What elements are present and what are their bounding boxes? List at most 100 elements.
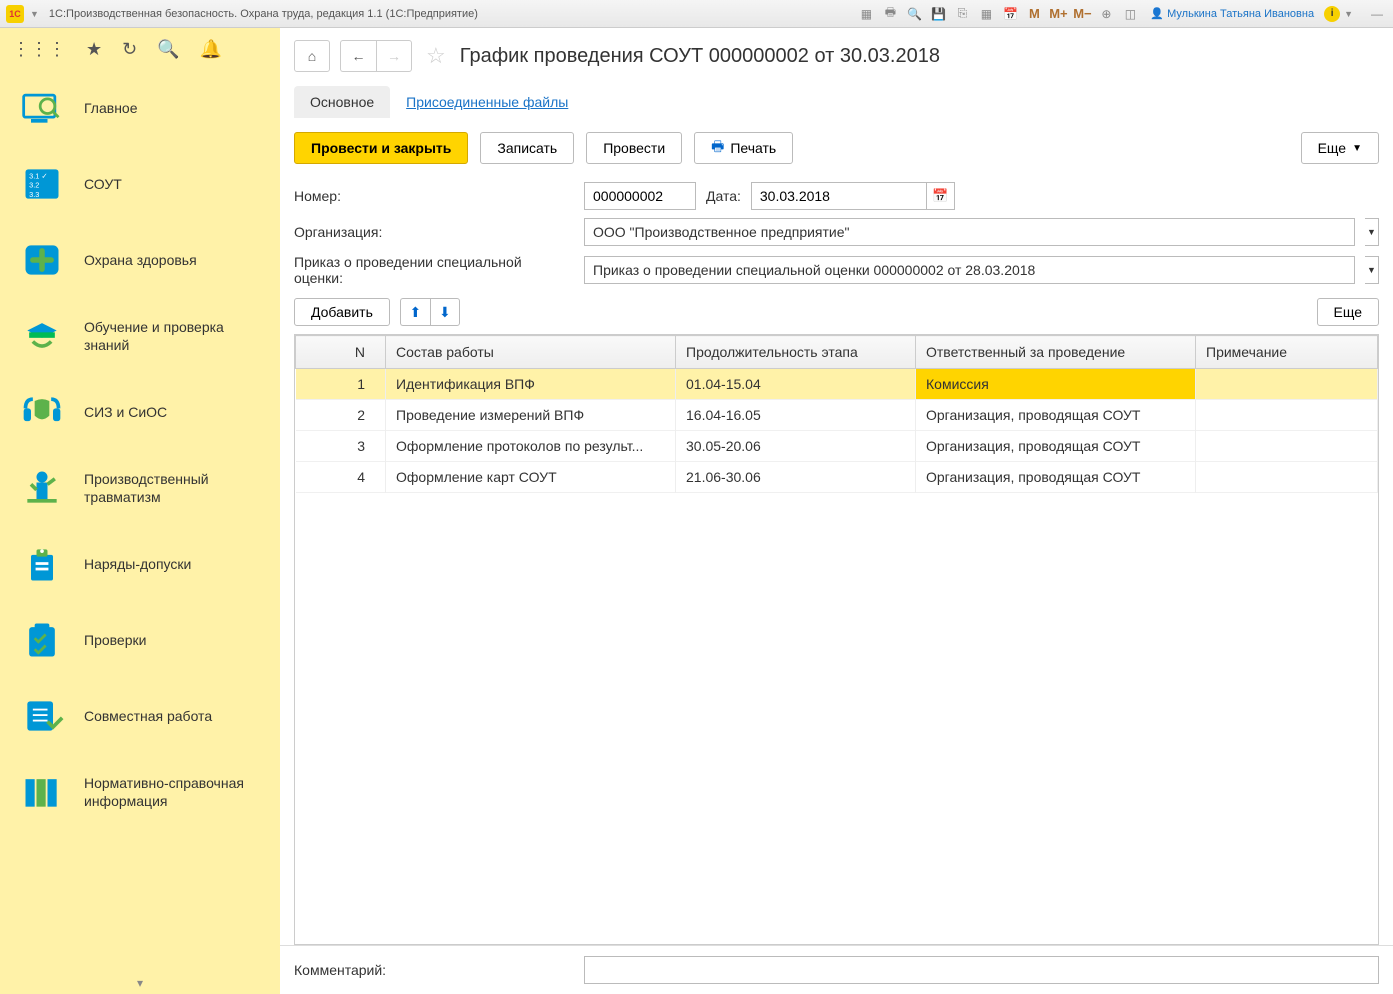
- toolbar-icon-1[interactable]: ▦: [856, 4, 876, 24]
- forward-button[interactable]: →: [376, 40, 412, 72]
- print-icon[interactable]: 🖶: [880, 4, 900, 24]
- sections-icon[interactable]: ⋮⋮⋮: [12, 39, 66, 60]
- user-name[interactable]: 👤Мулькина Татьяна Ивановна: [1150, 7, 1314, 20]
- print-button[interactable]: 🖶Печать: [694, 132, 793, 164]
- svg-text:3.1 ✓: 3.1 ✓: [29, 172, 47, 181]
- svg-text:3.2: 3.2: [29, 181, 39, 190]
- move-down-button[interactable]: ⬇: [430, 298, 460, 326]
- sidebar-item-health[interactable]: Охрана здоровья: [0, 222, 280, 298]
- cell-responsible: Организация, проводящая СОУТ: [916, 462, 1196, 493]
- tab-files[interactable]: Присоединенные файлы: [390, 86, 584, 118]
- number-input[interactable]: [584, 182, 696, 210]
- cell-work: Идентификация ВПФ: [386, 369, 676, 400]
- cell-responsible: Организация, проводящая СОУТ: [916, 431, 1196, 462]
- history-icon[interactable]: ↻: [122, 39, 137, 60]
- col-n[interactable]: N: [296, 336, 386, 369]
- post-close-button[interactable]: Провести и закрыть: [294, 132, 468, 164]
- col-note[interactable]: Примечание: [1196, 336, 1378, 369]
- col-work[interactable]: Состав работы: [386, 336, 676, 369]
- preview-icon[interactable]: 🔍: [904, 4, 924, 24]
- sidebar-item-main[interactable]: Главное: [0, 70, 280, 146]
- sidebar-item-label: Охрана здоровья: [84, 251, 197, 269]
- move-up-button[interactable]: ⬆: [400, 298, 430, 326]
- panels-icon[interactable]: ◫: [1120, 4, 1140, 24]
- sidebar-item-label: Главное: [84, 99, 138, 117]
- more-button[interactable]: Еще ▼: [1301, 132, 1379, 164]
- date-picker-icon[interactable]: 📅: [927, 182, 955, 210]
- m-button[interactable]: M: [1024, 4, 1044, 24]
- cell-note: [1196, 431, 1378, 462]
- sidebar-item-label: СОУТ: [84, 175, 122, 193]
- page-title: График проведения СОУТ 000000002 от 30.0…: [460, 45, 940, 68]
- table-row[interactable]: 3Оформление протоколов по результ...30.0…: [296, 431, 1378, 462]
- compare-icon[interactable]: ⎘: [952, 4, 972, 24]
- tabs: Основное Присоединенные файлы: [280, 86, 1393, 118]
- cell-duration: 21.06-30.06: [676, 462, 916, 493]
- order-label: Приказ о проведении специальной оценки:: [294, 254, 574, 286]
- sidebar-item-label: Обучение и проверка знаний: [84, 318, 262, 354]
- cell-duration: 30.05-20.06: [676, 431, 916, 462]
- m-plus-button[interactable]: M+: [1048, 4, 1068, 24]
- home-button[interactable]: ⌂: [294, 40, 330, 72]
- content-header: ⌂ ← → ☆ График проведения СОУТ 000000002…: [280, 40, 1393, 86]
- comment-label: Комментарий:: [294, 962, 574, 978]
- comment-input[interactable]: [584, 956, 1379, 984]
- table-header-row: N Состав работы Продолжительность этапа …: [296, 336, 1378, 369]
- col-responsible[interactable]: Ответственный за проведение: [916, 336, 1196, 369]
- save-button[interactable]: Записать: [480, 132, 574, 164]
- cell-n: 3: [296, 431, 386, 462]
- app-logo: 1C: [6, 5, 24, 23]
- favorite-star-icon[interactable]: ☆: [422, 43, 450, 69]
- date-label: Дата:: [706, 188, 741, 204]
- favorites-icon[interactable]: ★: [86, 39, 102, 60]
- sidebar-item-reference[interactable]: Нормативно-справочная информация: [0, 754, 280, 830]
- add-button[interactable]: Добавить: [294, 298, 390, 326]
- sidebar-item-collab[interactable]: Совместная работа: [0, 678, 280, 754]
- svg-text:3.3: 3.3: [29, 190, 39, 199]
- info-icon[interactable]: i: [1324, 6, 1340, 22]
- cell-note: [1196, 400, 1378, 431]
- save-icon[interactable]: 💾: [928, 4, 948, 24]
- number-label: Номер:: [294, 188, 574, 204]
- org-select[interactable]: ООО "Производственное предприятие": [584, 218, 1355, 246]
- app-menu-dropdown[interactable]: ▼: [30, 9, 39, 19]
- post-button[interactable]: Провести: [586, 132, 682, 164]
- sidebar-item-permits[interactable]: Наряды-допуски: [0, 526, 280, 602]
- tab-main[interactable]: Основное: [294, 86, 390, 118]
- sidebar-item-sout[interactable]: 3.1 ✓3.23.3 СОУТ: [0, 146, 280, 222]
- table-toolbar: Добавить ⬆ ⬇ Еще: [280, 290, 1393, 334]
- notifications-icon[interactable]: 🔔: [200, 39, 222, 60]
- stages-table: N Состав работы Продолжительность этапа …: [294, 334, 1379, 945]
- sidebar-item-training[interactable]: Обучение и проверка знаний: [0, 298, 280, 374]
- date-input[interactable]: [751, 182, 927, 210]
- zoom-icon[interactable]: ⊕: [1096, 4, 1116, 24]
- sidebar-item-siz[interactable]: СИЗ и СиОС: [0, 374, 280, 450]
- table-row[interactable]: 4Оформление карт СОУТ21.06-30.06Организа…: [296, 462, 1378, 493]
- table-row[interactable]: 2Проведение измерений ВПФ16.04-16.05Орга…: [296, 400, 1378, 431]
- org-dropdown-icon[interactable]: ▼: [1365, 218, 1379, 246]
- col-duration[interactable]: Продолжительность этапа: [676, 336, 916, 369]
- back-button[interactable]: ←: [340, 40, 376, 72]
- info-dropdown[interactable]: ▼: [1344, 9, 1353, 19]
- sidebar: ⋮⋮⋮ ★ ↻ 🔍 🔔 Главное 3.1 ✓3.23.3 СОУТ Охр…: [0, 28, 280, 994]
- sidebar-item-label: Производственный травматизм: [84, 470, 262, 506]
- toolbar: Провести и закрыть Записать Провести 🖶Пе…: [280, 118, 1393, 178]
- search-icon[interactable]: 🔍: [157, 39, 179, 60]
- sidebar-item-injury[interactable]: Производственный травматизм: [0, 450, 280, 526]
- calendar-icon[interactable]: 📅: [1000, 4, 1020, 24]
- minimize-icon[interactable]: —: [1367, 4, 1387, 24]
- sidebar-expand[interactable]: ▾: [0, 972, 280, 994]
- table-more-button[interactable]: Еще: [1317, 298, 1380, 326]
- sidebar-item-label: Совместная работа: [84, 707, 212, 725]
- calculator-icon[interactable]: ▦: [976, 4, 996, 24]
- order-dropdown-icon[interactable]: ▼: [1365, 256, 1379, 284]
- order-select[interactable]: Приказ о проведении специальной оценки 0…: [584, 256, 1355, 284]
- cell-responsible: Организация, проводящая СОУТ: [916, 400, 1196, 431]
- sidebar-item-checks[interactable]: Проверки: [0, 602, 280, 678]
- m-minus-button[interactable]: M−: [1072, 4, 1092, 24]
- sidebar-item-label: Нормативно-справочная информация: [84, 774, 262, 810]
- cell-note: [1196, 369, 1378, 400]
- print-icon: 🖶: [711, 136, 724, 160]
- window-title: 1С:Производственная безопасность. Охрана…: [49, 8, 478, 20]
- table-row[interactable]: 1Идентификация ВПФ01.04-15.04Комиссия: [296, 369, 1378, 400]
